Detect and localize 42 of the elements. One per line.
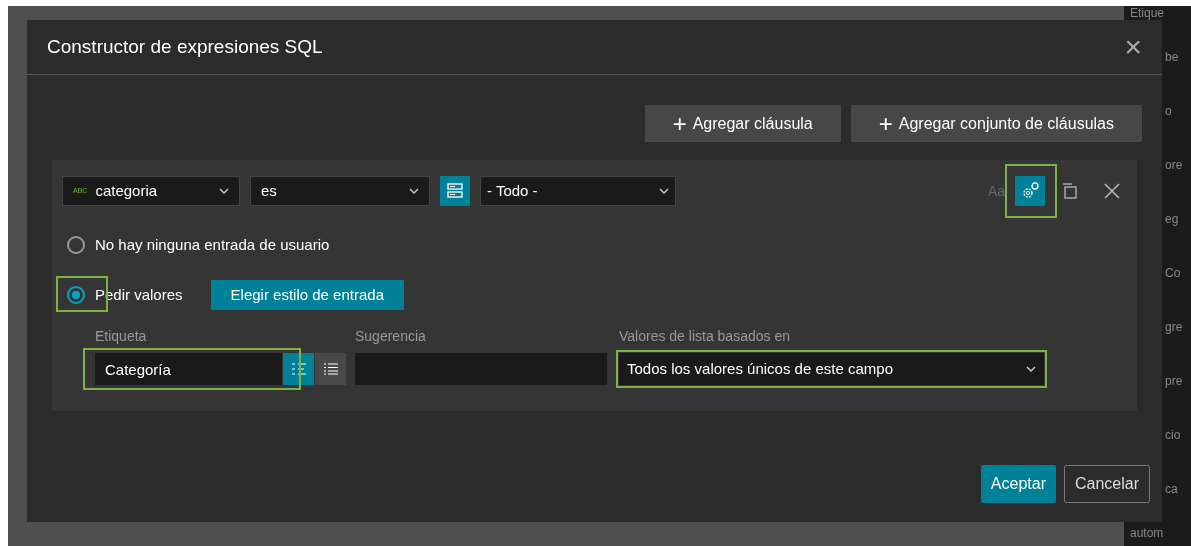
copy-icon[interactable] xyxy=(1061,182,1079,200)
accept-button[interactable]: Aceptar xyxy=(980,465,1056,503)
cancel-button[interactable]: Cancelar xyxy=(1063,465,1150,503)
chevron-down-icon xyxy=(659,188,669,194)
operator-select[interactable]: es xyxy=(250,176,430,206)
dialog-title: Constructor de expresiones SQL xyxy=(47,34,323,59)
add-button[interactable]: + Agregar cláusula xyxy=(644,105,841,142)
view-mode-button[interactable] xyxy=(283,353,314,385)
input-style-button[interactable]: Elegir estilo de entrada xyxy=(210,280,404,310)
panel-text: Co xyxy=(1165,266,1181,280)
value-select[interactable]: - Todo - xyxy=(480,176,676,206)
label-input[interactable]: Categoría xyxy=(95,353,282,385)
panel-text: ore xyxy=(1165,158,1183,172)
list-icon xyxy=(323,363,338,375)
close-button[interactable]: × xyxy=(1124,32,1142,62)
add-button[interactable]: + Agregar conjunto de cláusulas xyxy=(850,105,1142,142)
panel-text: gre xyxy=(1165,320,1183,334)
view-mode-button[interactable] xyxy=(315,353,346,385)
field-caption: Sugerencia xyxy=(355,327,427,346)
radio-button[interactable] xyxy=(67,286,85,304)
chevron-down-icon xyxy=(409,188,419,194)
chevron-down-icon xyxy=(1026,366,1036,372)
settings-button[interactable] xyxy=(1015,176,1045,206)
panel-text: pre xyxy=(1165,374,1183,388)
panel-text: autom xyxy=(1129,526,1164,540)
panel-text: be xyxy=(1165,50,1179,64)
server-icon xyxy=(446,182,464,200)
close-icon[interactable] xyxy=(1103,182,1121,200)
field-caption: Valores de lista basados en xyxy=(619,327,791,346)
panel-text: eg xyxy=(1165,212,1179,226)
hint-input[interactable] xyxy=(355,353,607,385)
chevron-down-icon xyxy=(219,188,229,194)
panel-text: Etique xyxy=(1129,6,1165,20)
panel-text: ca xyxy=(1165,482,1178,496)
field-caption: Etiqueta xyxy=(95,327,148,346)
list-source-select[interactable]: Todos los valores únicos de este campo xyxy=(619,353,1044,385)
panel-text: o xyxy=(1165,104,1172,118)
radio-button[interactable] xyxy=(67,236,85,254)
compact-list-icon xyxy=(291,363,306,375)
radio-label: No hay ninguna entrada de usuario xyxy=(95,234,330,255)
values-source-button[interactable] xyxy=(440,176,470,206)
panel-text: cio xyxy=(1165,428,1181,442)
